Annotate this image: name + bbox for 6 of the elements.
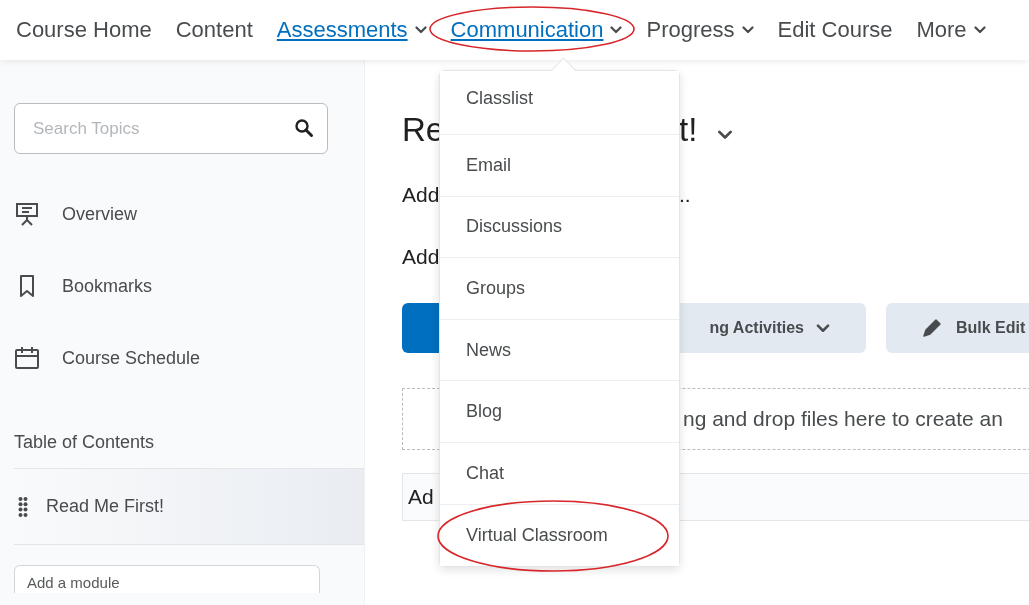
body-text: ..	[679, 183, 691, 207]
drop-zone-text: ng and drop files here to create an	[683, 407, 1003, 431]
body-text: Add	[402, 183, 440, 206]
section-heading: Table of Contents	[14, 432, 155, 452]
page-title: t!	[679, 111, 698, 149]
body-text: Add	[402, 245, 440, 268]
